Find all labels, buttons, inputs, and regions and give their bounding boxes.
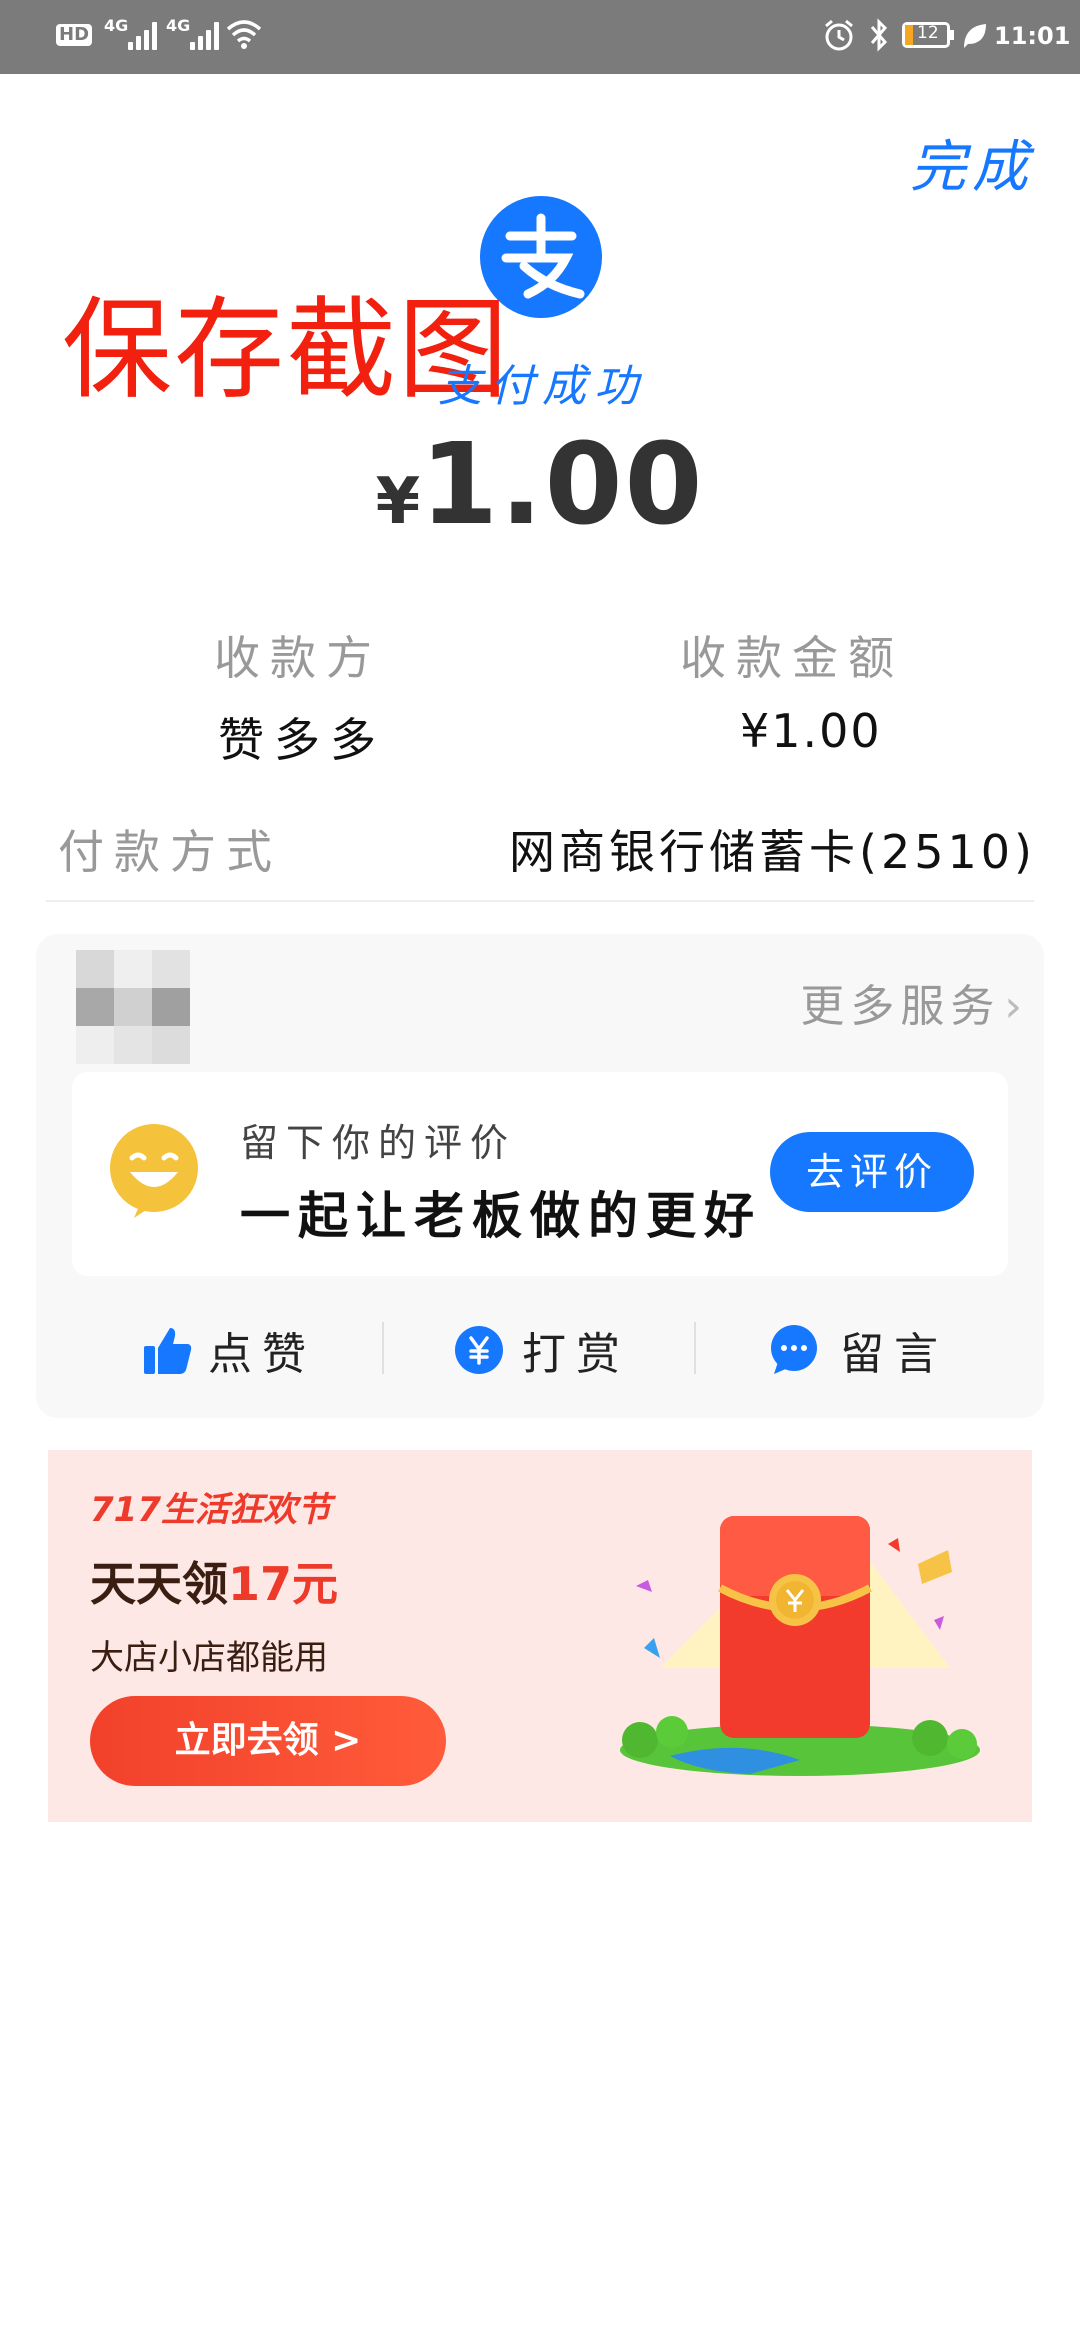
payee-label: 收款方 <box>214 631 382 685</box>
message-button[interactable]: 留言 <box>768 1318 948 1382</box>
yuan-coin-icon <box>455 1326 503 1374</box>
alarm-icon <box>825 19 853 51</box>
leaf-icon <box>964 24 986 48</box>
payment-method-label: 付款方式 <box>58 825 282 879</box>
chevron-right-icon: › <box>1004 981 1028 1032</box>
tip-label: 打赏 <box>522 1329 630 1380</box>
smiley-face-icon <box>110 1124 198 1218</box>
promo-title-prefix: 天天领 <box>90 1557 228 1611</box>
more-services-label: 更多服务 <box>800 981 1001 1032</box>
thumbs-up-icon <box>144 1328 192 1374</box>
bluetooth-icon <box>870 18 888 52</box>
promo-festival-tag: 717生活狂欢节 <box>90 1490 331 1530</box>
amount-detail-value: ¥1.00 <box>740 704 882 758</box>
write-review-button[interactable]: 去评价 <box>770 1132 974 1212</box>
currency-symbol: ¥ <box>375 465 421 539</box>
promo-title-highlight: 17元 <box>228 1557 339 1611</box>
payment-success-text: 支付成功 <box>438 361 646 412</box>
done-button[interactable]: 完成 <box>910 122 1034 203</box>
signal-icon-2 <box>190 20 220 50</box>
payee-value: 赞多多 <box>218 713 386 767</box>
review-title: 留下你的评价 <box>240 1121 517 1165</box>
chat-bubble-icon <box>771 1325 817 1374</box>
divider <box>46 900 1034 902</box>
amount-label: 收款金额 <box>680 631 904 685</box>
signal-icon <box>128 20 158 50</box>
promo-title: 天天领17元 <box>90 1548 338 1614</box>
review-message: 一起让老板做的更好 <box>240 1187 762 1245</box>
message-label: 留言 <box>840 1329 948 1380</box>
promo-subtitle: 大店小店都能用 <box>90 1638 328 1678</box>
hd-badge: HD <box>56 24 93 46</box>
action-separator <box>694 1322 696 1374</box>
battery-tip <box>950 30 954 40</box>
network-type-1: 4G <box>104 16 129 35</box>
battery-icon: 12 <box>902 22 950 48</box>
like-button[interactable]: 点赞 <box>142 1318 316 1382</box>
network-type-2: 4G <box>166 16 191 35</box>
payment-amount: ¥1.00 <box>0 420 1080 550</box>
battery-level: 12 <box>917 23 939 43</box>
status-time: 11:01 <box>994 22 1071 50</box>
wifi-icon <box>226 20 262 49</box>
claim-now-button[interactable]: 立即去领 > <box>90 1696 446 1786</box>
payment-method-value: 网商银行储蓄卡(2510) <box>509 825 1036 879</box>
red-envelope-illustration <box>620 1516 980 1776</box>
more-services-link[interactable]: 更多服务› <box>800 970 1028 1034</box>
blurred-merchant-avatar <box>76 950 190 1064</box>
action-separator <box>382 1322 384 1374</box>
tip-button[interactable]: 打赏 <box>454 1318 630 1382</box>
like-label: 点赞 <box>208 1329 316 1380</box>
amount-value: 1.00 <box>420 420 705 550</box>
status-bar: HD 4G 4G 12 11:01 <box>0 0 1080 74</box>
